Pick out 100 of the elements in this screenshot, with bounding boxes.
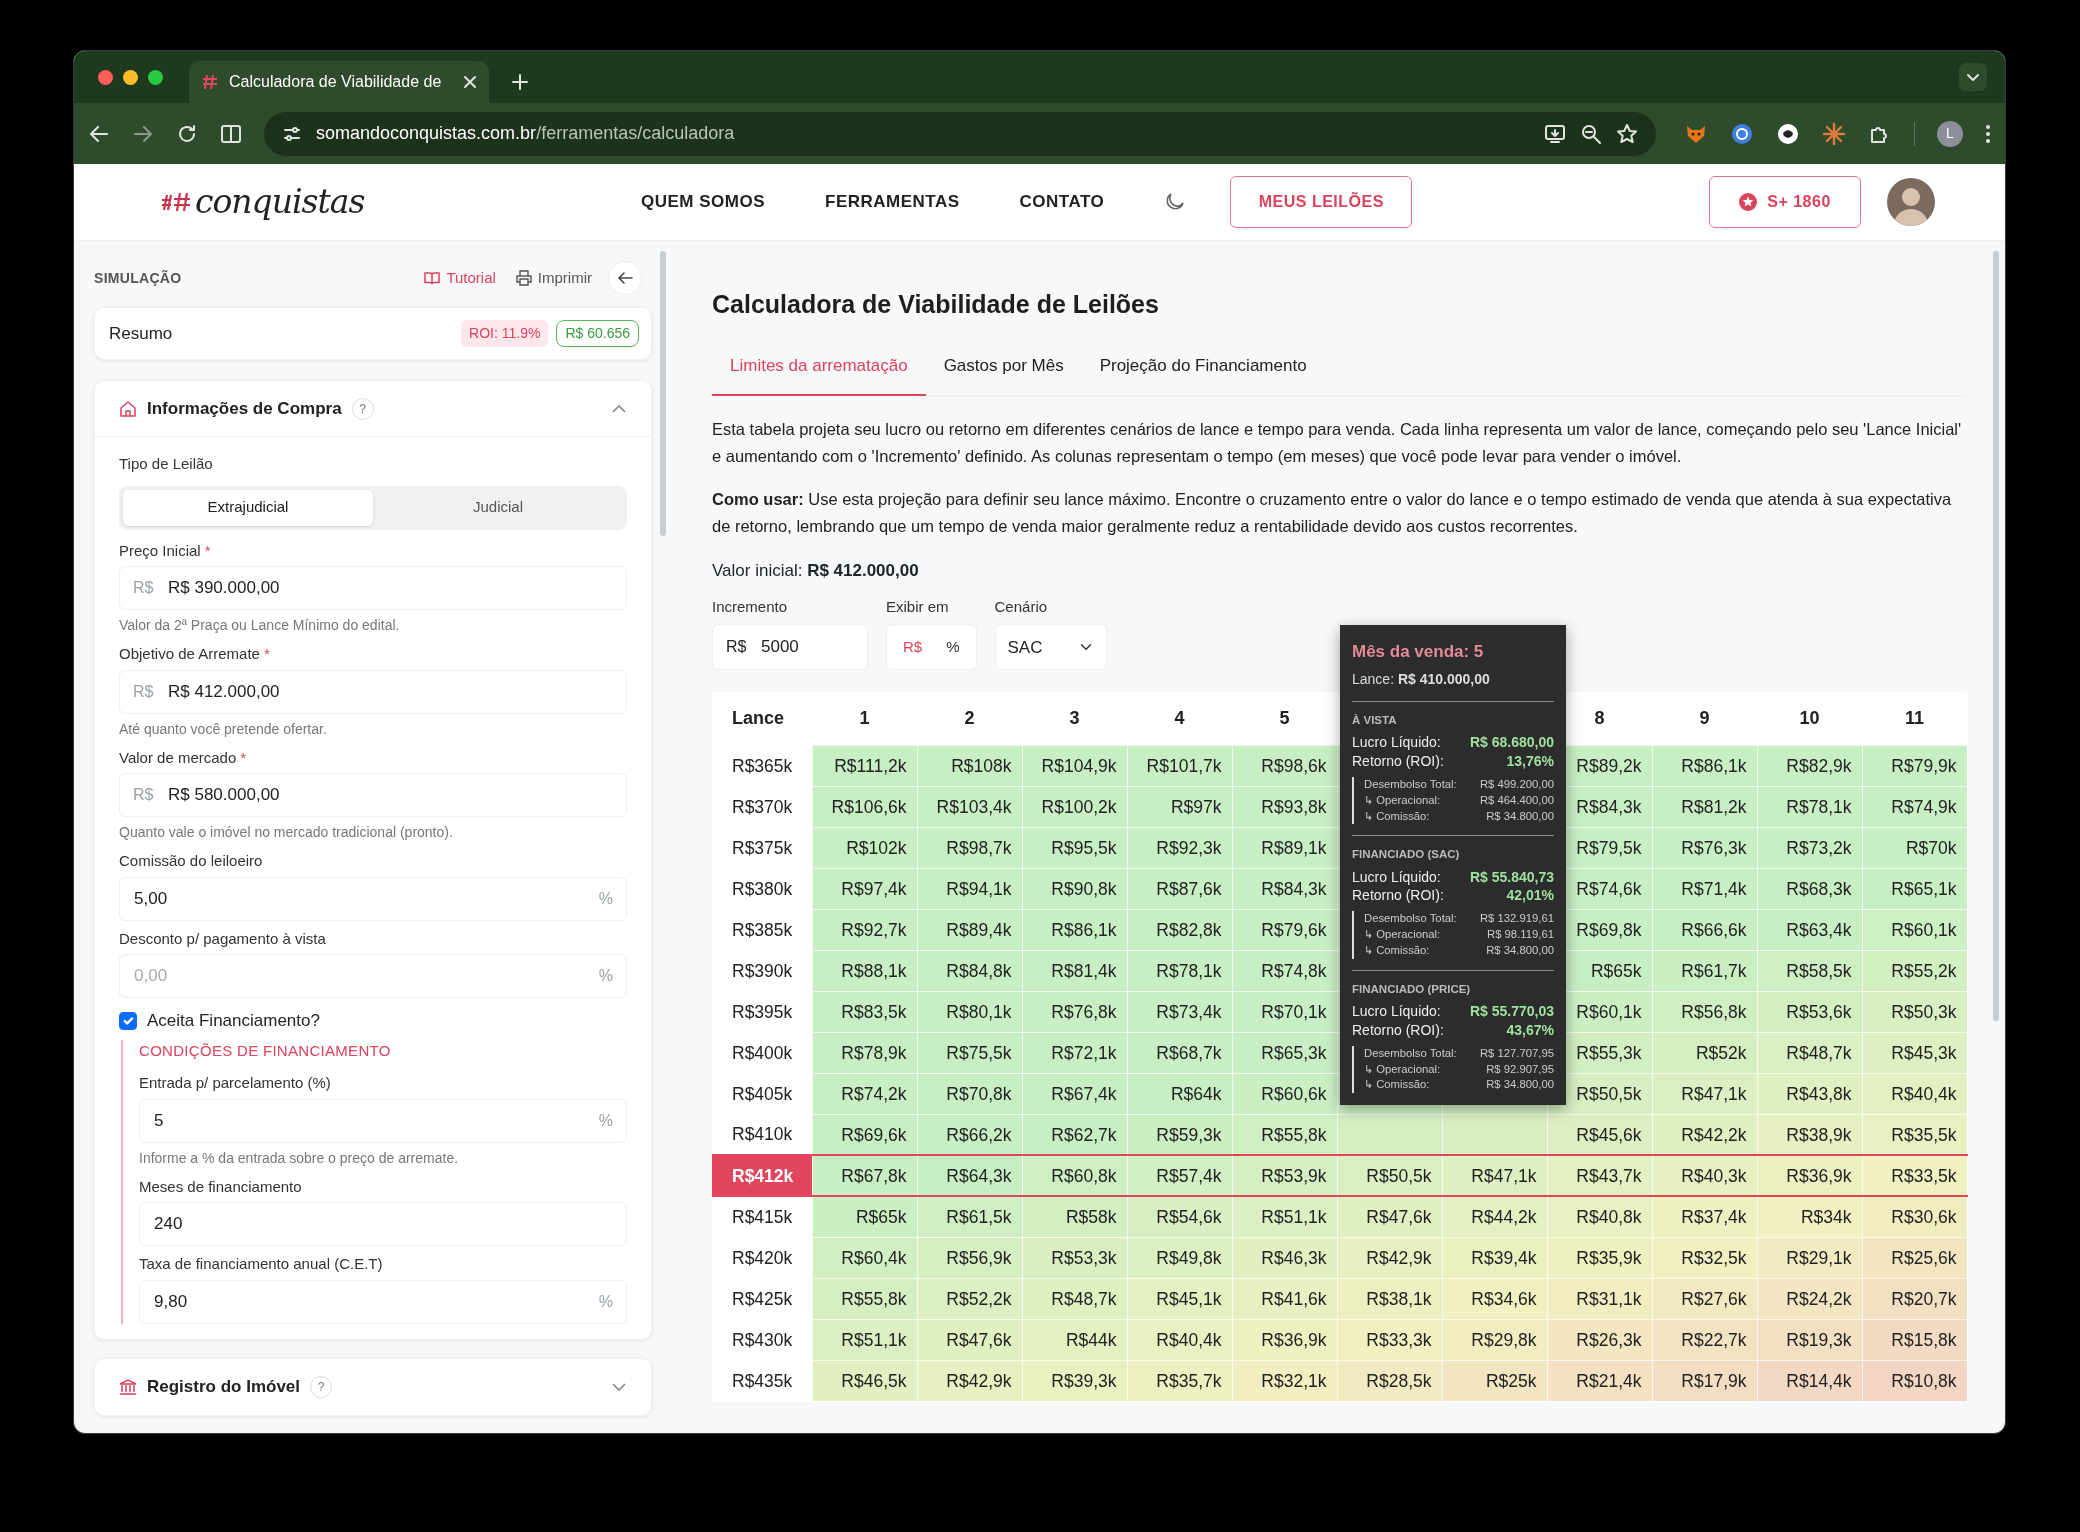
table-cell: R$94,1k <box>917 868 1022 910</box>
row-header: R$395k <box>712 991 812 1033</box>
back-button[interactable] <box>608 261 642 295</box>
tooltip-label: Desembolso Total: <box>1364 776 1457 792</box>
field-label: Comissão do leiloeiro <box>119 851 264 871</box>
row-header: R$425k <box>712 1278 812 1320</box>
table-cell: R$69,6k <box>812 1114 917 1156</box>
row-header: R$400k <box>712 1032 812 1074</box>
window-control-icon[interactable] <box>98 69 113 85</box>
print-link[interactable]: Imprimir <box>515 266 592 290</box>
table-cell: R$57,4k <box>1127 1155 1232 1197</box>
table-cell: R$36,9k <box>1232 1319 1337 1361</box>
table-cell: R$79,9k <box>1862 745 1967 787</box>
table-cell: R$60,4k <box>812 1237 917 1279</box>
table-cell: R$51,1k <box>812 1319 917 1361</box>
table-cell: R$102k <box>812 827 917 869</box>
field-label: Entrada p/ parcelamento (%) <box>139 1073 332 1093</box>
chevron-down-icon[interactable] <box>1959 63 1987 91</box>
table-cell: R$76,8k <box>1022 991 1127 1033</box>
input-field[interactable]: 240 <box>139 1202 627 1246</box>
tooltip-label: Retorno (ROI): <box>1352 886 1444 906</box>
window-control-icon[interactable] <box>123 69 138 85</box>
table-cell: R$38,1k <box>1337 1278 1442 1320</box>
tutorial-link[interactable]: Tutorial <box>424 266 496 290</box>
percent-suffix: % <box>598 1110 613 1131</box>
nav-link[interactable]: CONTATO <box>1019 189 1105 215</box>
table-cell: R$20,7k <box>1862 1278 1967 1320</box>
table-cell: R$44,2k <box>1442 1196 1547 1238</box>
field-label: Cenário <box>994 596 1049 617</box>
eye-icon[interactable] <box>1776 121 1800 146</box>
table-cell: R$40,8k <box>1547 1196 1652 1238</box>
install-icon[interactable] <box>1544 122 1566 145</box>
row-header: R$410k <box>712 1114 812 1156</box>
checkbox[interactable] <box>119 1011 137 1030</box>
split-view-icon[interactable] <box>220 122 242 145</box>
table-cell: R$56,8k <box>1652 991 1757 1033</box>
zoom-icon[interactable] <box>1580 122 1602 145</box>
auction-type-option[interactable]: Judicial <box>373 489 623 526</box>
table-cell: R$40,4k <box>1127 1319 1232 1361</box>
column-header: Lance <box>712 692 812 746</box>
table-cell: R$28,5k <box>1337 1360 1442 1402</box>
scrollbar-thumb[interactable] <box>1993 251 1999 1021</box>
table-cell: R$35,7k <box>1127 1360 1232 1402</box>
address-bar[interactable]: somandoconquistas.com.br/ferramentas/calculadora <box>264 111 1656 156</box>
tooltip-label: ↳ Operacional: <box>1364 792 1441 808</box>
hash-icon <box>201 73 219 91</box>
table-cell: R$32,1k <box>1232 1360 1337 1402</box>
table-cell: R$95,5k <box>1022 827 1127 869</box>
unit-option[interactable]: % <box>934 636 972 659</box>
close-icon[interactable] <box>463 75 477 89</box>
reload-icon[interactable] <box>176 122 198 145</box>
scrollbar-thumb[interactable] <box>660 251 666 536</box>
tooltip-label: Retorno (ROI): <box>1352 752 1444 771</box>
unit-option[interactable]: R$ <box>891 636 935 659</box>
moon-icon[interactable] <box>1164 191 1187 213</box>
table-cell: R$56,9k <box>917 1237 1022 1279</box>
table-cell: R$50,3k <box>1862 991 1967 1033</box>
currency-prefix: R$ <box>133 785 154 805</box>
checkbox-label[interactable]: Aceita Financiamento? <box>147 1008 320 1034</box>
chevron-up-icon[interactable] <box>611 403 627 414</box>
circle-icon[interactable] <box>1730 121 1754 146</box>
table-cell: R$87,6k <box>1127 868 1232 910</box>
field-label: Tipo de Leilão <box>119 454 214 474</box>
scenario-select[interactable]: SAC <box>994 624 1107 671</box>
tab[interactable]: Limites da arrematação <box>712 341 926 396</box>
table-cell: R$65,3k <box>1232 1032 1337 1074</box>
table-cell: R$88,1k <box>812 950 917 992</box>
currency-prefix: R$ <box>133 681 154 702</box>
tab[interactable]: Projeção do Financiamento <box>1081 341 1325 396</box>
table-cell: R$55,2k <box>1862 950 1967 992</box>
new-tab-icon[interactable] <box>511 73 529 91</box>
field-label: Meses de financiamento <box>139 1176 303 1197</box>
table-cell: R$45,3k <box>1862 1032 1967 1074</box>
table-cell: R$34k <box>1757 1196 1862 1238</box>
browser-tab[interactable]: Calculadora de Viabilidade de <box>189 61 489 103</box>
table-cell: R$111,2k <box>812 745 917 787</box>
chevron-down-icon[interactable] <box>611 1381 627 1392</box>
avatar-icon[interactable] <box>1887 178 1935 226</box>
table-cell: R$80,1k <box>917 991 1022 1033</box>
my-auctions-button[interactable]: MEUS LEILÕES <box>1230 176 1413 228</box>
row-header: R$370k <box>712 786 812 828</box>
table-cell: R$46,3k <box>1232 1237 1337 1279</box>
table-cell: R$24,2k <box>1757 1278 1862 1320</box>
row-header: R$380k <box>712 868 812 910</box>
window-control-icon[interactable] <box>148 69 163 85</box>
table-cell: R$108k <box>917 745 1022 787</box>
table-cell: R$55,8k <box>812 1278 917 1320</box>
section-title: Registro do Imóvel <box>147 1375 301 1398</box>
nav-link[interactable]: FERRAMENTAS <box>825 189 960 215</box>
table-cell: R$101,7k <box>1127 745 1232 787</box>
row-header: R$435k <box>712 1360 812 1402</box>
points-button[interactable]: S+ 1860 <box>1709 176 1861 228</box>
nav-link[interactable]: QUEM SOMOS <box>641 189 765 215</box>
star-icon[interactable] <box>1616 122 1638 145</box>
table-cell: R$52k <box>1652 1032 1757 1074</box>
tab[interactable]: Gastos por Mês <box>925 341 1082 396</box>
sunburst-icon[interactable] <box>1822 121 1846 146</box>
table-cell: R$84,8k <box>917 950 1022 992</box>
more-menu-icon[interactable] <box>1985 122 1991 145</box>
auction-type-option[interactable]: Extrajudicial <box>123 489 373 526</box>
